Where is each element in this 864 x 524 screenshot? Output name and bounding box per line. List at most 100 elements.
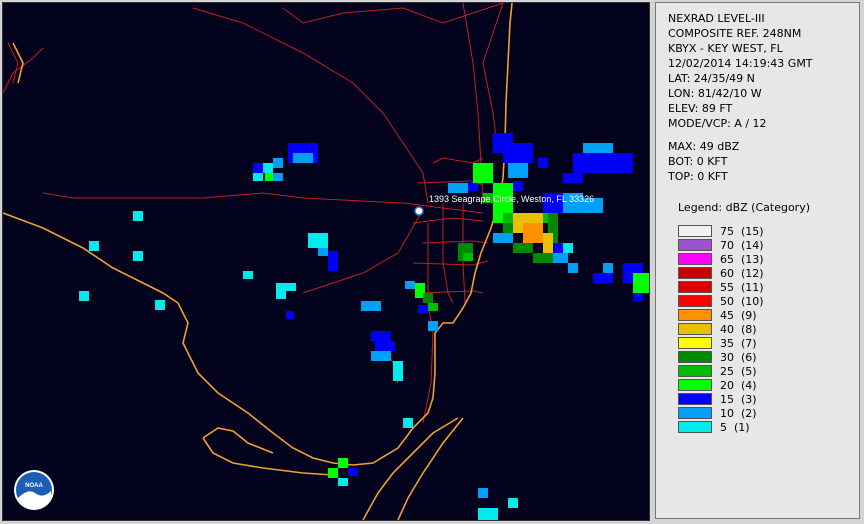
- echo-cell: [263, 163, 273, 173]
- legend-label: 40 (8): [720, 322, 757, 336]
- legend-item: 55 (11): [678, 280, 764, 294]
- echo-cell: [473, 163, 493, 183]
- echo-cell: [538, 158, 548, 168]
- legend-swatch: [678, 239, 712, 251]
- echo-cell: [273, 173, 283, 181]
- legend-label: 25 (5): [720, 364, 757, 378]
- echo-cell: [533, 223, 543, 233]
- echo-cell: [405, 281, 415, 289]
- echo-cell: [393, 371, 403, 381]
- legend-label: 20 (4): [720, 378, 757, 392]
- echo-cell: [423, 293, 433, 303]
- echo-cell: [583, 143, 613, 153]
- legend-item: 70 (14): [678, 238, 764, 252]
- echo-cell: [513, 243, 533, 253]
- coastline: [3, 3, 513, 520]
- echo-cell: [533, 253, 553, 263]
- echo-cell: [381, 351, 391, 361]
- echo-cell: [573, 153, 633, 173]
- echo-cell: [418, 305, 428, 313]
- legend-label: 30 (6): [720, 350, 757, 364]
- noaa-logo: NOAA: [14, 470, 54, 510]
- echo-cell: [286, 311, 294, 319]
- location-marker-label: 1393 Seagrape Circle, Weston, FL 33326: [429, 194, 594, 204]
- echo-cell: [293, 153, 313, 163]
- legend-label: 60 (12): [720, 266, 764, 280]
- legend-label: 70 (14): [720, 238, 764, 252]
- noaa-logo-text: NOAA: [25, 483, 43, 489]
- echo-cell: [89, 241, 99, 251]
- echo-cell: [553, 253, 568, 263]
- radar-echoes: [79, 133, 649, 520]
- legend-item: 75 (15): [678, 224, 764, 238]
- echo-cell: [155, 300, 165, 310]
- legend-swatch: [678, 337, 712, 349]
- echo-cell: [633, 273, 649, 293]
- echo-cell: [563, 173, 583, 183]
- legend-title: Legend: dBZ (Category): [678, 201, 810, 214]
- legend-item: 45 (9): [678, 308, 764, 322]
- legend-swatch: [678, 225, 712, 237]
- legend-swatch: [678, 267, 712, 279]
- radar-site: KBYX - KEY WEST, FL: [668, 42, 783, 55]
- echo-cell: [318, 248, 328, 256]
- echo-cell: [133, 211, 143, 221]
- echo-cell: [371, 331, 391, 341]
- legend-item: 5 (1): [678, 420, 764, 434]
- legend-label: 75 (15): [720, 224, 764, 238]
- mode-vcp: MODE/VCP: A / 12: [668, 117, 767, 130]
- echo-cell: [348, 468, 358, 476]
- product-type: COMPOSITE REF. 248NM: [668, 27, 802, 40]
- legend-item: 15 (3): [678, 392, 764, 406]
- echo-cell: [463, 253, 473, 261]
- legend-label: 10 (2): [720, 406, 757, 420]
- legend-item: 30 (6): [678, 350, 764, 364]
- echo-cell: [493, 233, 513, 243]
- echo-cell: [371, 351, 381, 361]
- echo-top: TOP: 0 KFT: [668, 170, 728, 183]
- echo-cell: [338, 478, 348, 486]
- product-name: NEXRAD LEVEL-III: [668, 12, 765, 25]
- echo-cell: [328, 251, 338, 261]
- legend-swatch: [678, 295, 712, 307]
- legend-swatch: [678, 407, 712, 419]
- echo-cell: [478, 488, 488, 498]
- echo-cell: [273, 158, 283, 168]
- legend-swatch: [678, 393, 712, 405]
- legend-label: 35 (7): [720, 336, 757, 350]
- legend-label: 5 (1): [720, 420, 750, 434]
- echo-cell: [393, 361, 403, 371]
- echo-cell: [403, 418, 413, 428]
- location-marker-icon[interactable]: [414, 206, 424, 216]
- legend-swatch: [678, 421, 712, 433]
- echo-cell: [568, 263, 578, 273]
- legend-swatch: [678, 253, 712, 265]
- echo-cell: [508, 163, 528, 178]
- legend-label: 45 (9): [720, 308, 757, 322]
- echo-bottom: BOT: 0 KFT: [668, 155, 728, 168]
- legend-label: 65 (13): [720, 252, 764, 266]
- legend-swatch: [678, 323, 712, 335]
- legend-swatch: [678, 281, 712, 293]
- legend-label: 55 (11): [720, 280, 764, 294]
- echo-cell: [508, 498, 518, 508]
- echo-cell: [478, 508, 498, 520]
- latitude: LAT: 24/35/49 N: [668, 72, 755, 85]
- echo-cell: [361, 301, 381, 311]
- echo-cell: [133, 251, 143, 261]
- echo-cell: [308, 233, 328, 248]
- echo-cell: [513, 181, 523, 191]
- legend-swatch: [678, 351, 712, 363]
- legend-label: 15 (3): [720, 392, 757, 406]
- echo-cell: [633, 293, 643, 301]
- legend-item: 10 (2): [678, 406, 764, 420]
- echo-cell: [276, 283, 296, 291]
- echo-cell: [523, 233, 543, 243]
- echo-cell: [338, 458, 348, 468]
- legend-swatch: [678, 365, 712, 377]
- max-reflectivity: MAX: 49 dBZ: [668, 140, 740, 153]
- legend-item: 60 (12): [678, 266, 764, 280]
- echo-cell: [603, 263, 613, 273]
- echo-cell: [243, 271, 253, 279]
- radar-map[interactable]: 1393 Seagrape Circle, Weston, FL 33326 N…: [2, 2, 650, 521]
